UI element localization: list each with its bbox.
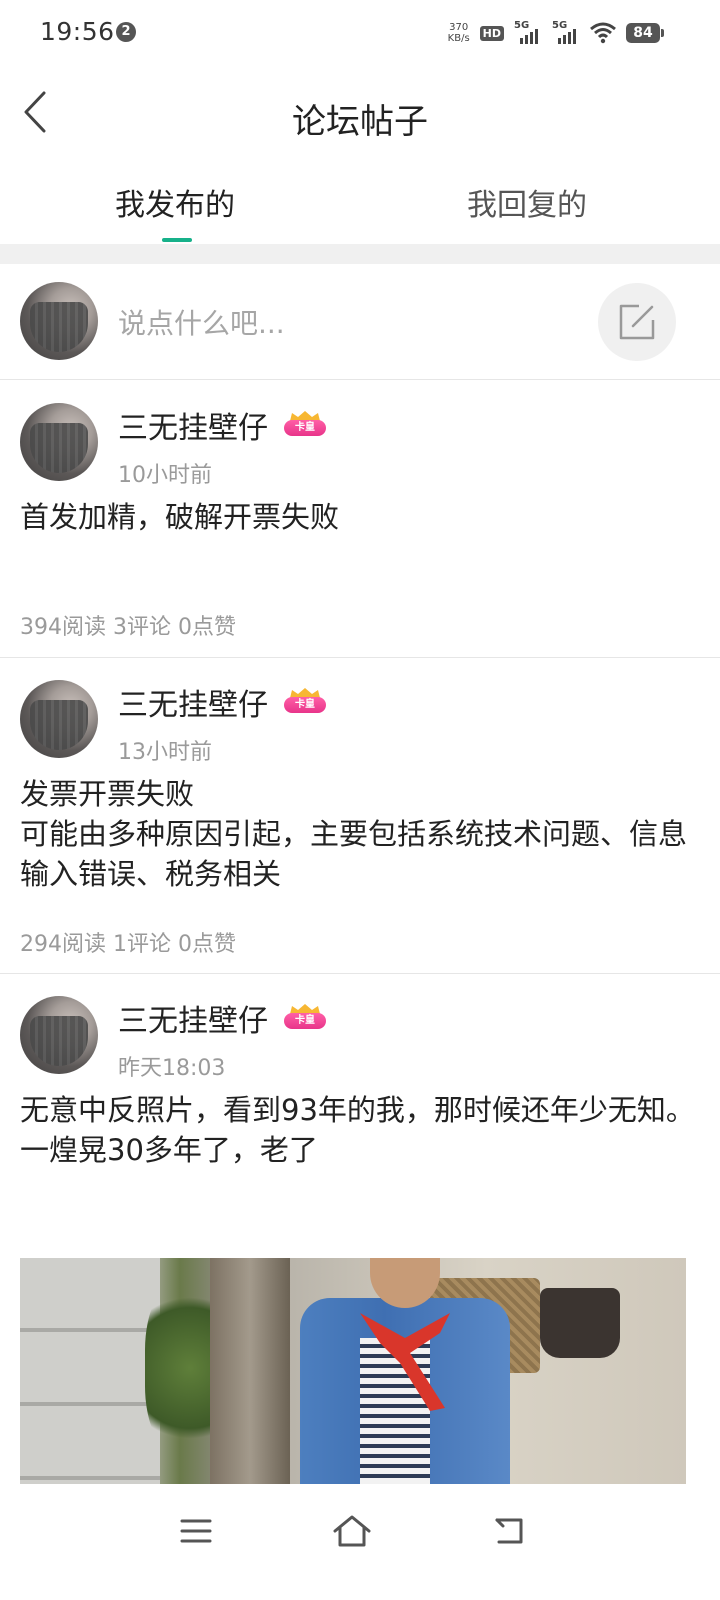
badge-label: 卡皇 xyxy=(284,697,326,713)
post-item[interactable]: 三无挂壁仔 卡皇 13小时前 发票开票失败 可能由多种原因引起，主要包括系统技术… xyxy=(0,658,720,974)
section-divider xyxy=(0,244,720,264)
nav-back-button[interactable] xyxy=(480,1506,540,1556)
crown-badge-icon: 卡皇 xyxy=(282,688,328,716)
nav-menu-button[interactable] xyxy=(166,1506,226,1556)
avatar[interactable] xyxy=(20,282,98,360)
system-nav-bar xyxy=(0,1486,720,1600)
status-bar: 19:56 2 370 KB/s HD 5G 5G 84 xyxy=(0,0,720,66)
active-tab-indicator xyxy=(162,238,192,242)
post-body: 无意中反照片，看到93年的我，那时候还年少无知。一煌晃30多年了，老了 xyxy=(20,1093,695,1167)
signal-label: 5G xyxy=(552,20,568,31)
post-item[interactable]: 三无挂壁仔 卡皇 10小时前 首发加精，破解开票失败 394阅读 3评论 0点赞 xyxy=(0,381,720,658)
composer: 说点什么吧... xyxy=(0,264,720,380)
photo-tree xyxy=(210,1258,290,1484)
hd-voice-icon: HD xyxy=(479,25,504,41)
avatar[interactable] xyxy=(20,680,98,758)
post-photo[interactable] xyxy=(20,1258,686,1484)
post-body: 首发加精，破解开票失败 xyxy=(20,500,340,534)
back-icon xyxy=(495,1518,523,1544)
signal-icon: 5G xyxy=(552,20,580,44)
post-stats: 294阅读 1评论 0点赞 xyxy=(20,932,236,957)
photo-child xyxy=(290,1258,510,1484)
post-time: 昨天18:03 xyxy=(118,1056,226,1081)
post-time: 13小时前 xyxy=(118,740,212,765)
badge-label: 卡皇 xyxy=(284,420,326,436)
photo-pot xyxy=(540,1288,620,1358)
network-speed-value: 370 xyxy=(449,22,469,33)
author-row: 三无挂壁仔 卡皇 xyxy=(118,680,328,724)
signal-icon: 5G xyxy=(514,20,542,44)
post-stats: 394阅读 3评论 0点赞 xyxy=(20,615,236,640)
author-name[interactable]: 三无挂壁仔 xyxy=(118,403,268,447)
title-bar: 论坛帖子 xyxy=(0,70,720,156)
badge-label: 卡皇 xyxy=(284,1013,326,1029)
wifi-icon xyxy=(590,22,616,44)
tab-bar: 我发布的 我回复的 xyxy=(0,162,720,244)
post-body: 发票开票失败 可能由多种原因引起，主要包括系统技术问题、信息输入错误、税务相关 xyxy=(20,777,688,891)
network-speed: 370 KB/s xyxy=(448,22,470,44)
status-icons: 370 KB/s HD 5G 5G 84 xyxy=(448,20,664,46)
composer-input[interactable]: 说点什么吧... xyxy=(118,302,285,342)
page-title: 论坛帖子 xyxy=(292,102,428,142)
menu-icon xyxy=(180,1519,212,1543)
tab-my-replies[interactable]: 我回复的 xyxy=(467,180,587,224)
red-scarf xyxy=(360,1313,450,1411)
post-time: 10小时前 xyxy=(118,463,212,488)
nav-home-button[interactable] xyxy=(322,1506,382,1556)
edit-icon xyxy=(619,304,655,340)
network-speed-unit: KB/s xyxy=(447,33,470,44)
post-item[interactable]: 三无挂壁仔 卡皇 昨天18:03 无意中反照片，看到93年的我，那时候还年少无知… xyxy=(0,974,720,1514)
tab-my-posts[interactable]: 我发布的 xyxy=(115,180,235,224)
avatar[interactable] xyxy=(20,403,98,481)
author-name[interactable]: 三无挂壁仔 xyxy=(118,996,268,1040)
author-row: 三无挂壁仔 卡皇 xyxy=(118,996,328,1040)
author-name[interactable]: 三无挂壁仔 xyxy=(118,680,268,724)
home-icon xyxy=(333,1515,371,1547)
author-row: 三无挂壁仔 卡皇 xyxy=(118,403,328,447)
battery-icon: 84 xyxy=(626,23,664,43)
compose-button[interactable] xyxy=(598,283,676,361)
crown-badge-icon: 卡皇 xyxy=(282,411,328,439)
notification-badge: 2 xyxy=(116,22,136,42)
avatar[interactable] xyxy=(20,996,98,1074)
crown-badge-icon: 卡皇 xyxy=(282,1004,328,1032)
status-time: 19:56 xyxy=(40,17,115,46)
photo-wall xyxy=(20,1258,160,1484)
signal-label: 5G xyxy=(514,20,530,31)
